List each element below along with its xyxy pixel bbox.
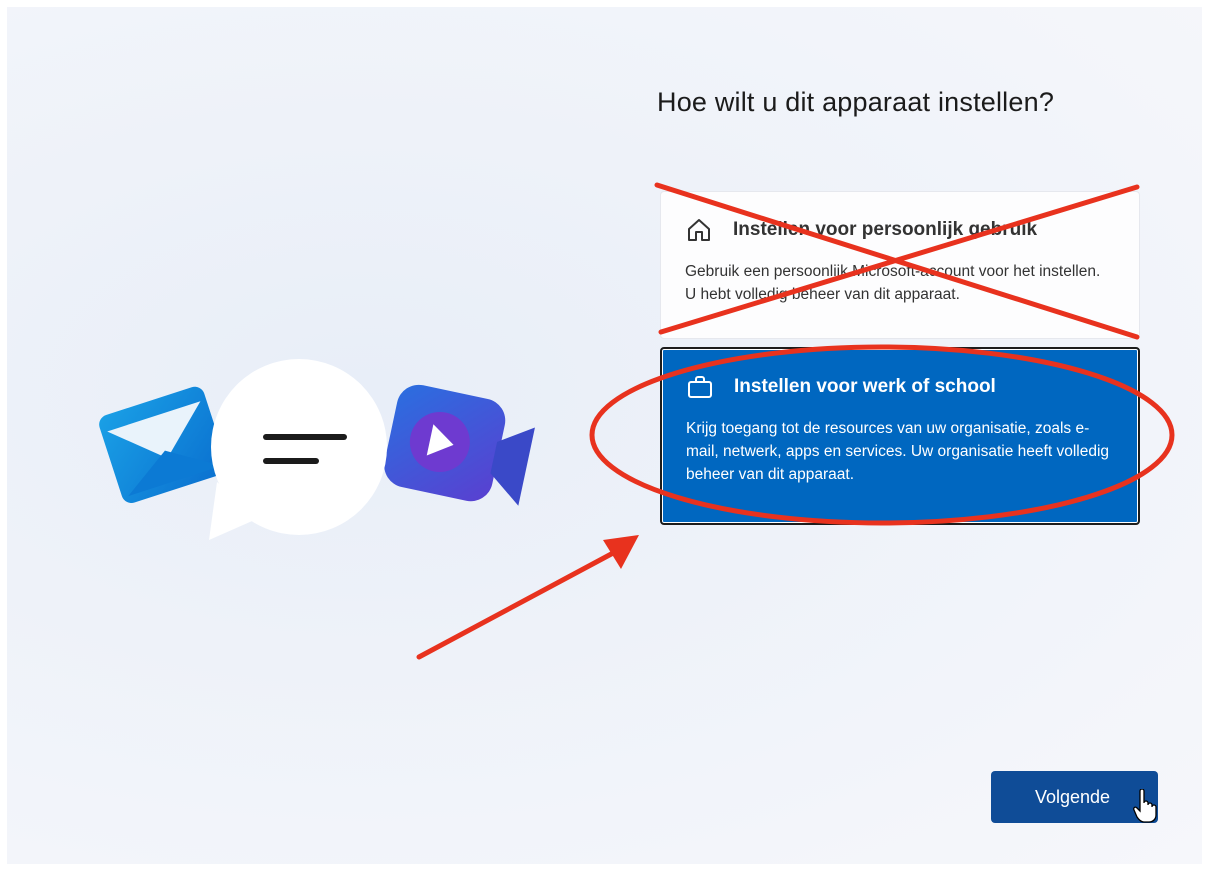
option-personal-use[interactable]: Instellen voor persoonlijk gebruik Gebru… (660, 191, 1140, 339)
option-title: Instellen voor persoonlijk gebruik (733, 219, 1038, 240)
chat-bubble-icon (209, 359, 387, 540)
oobe-window: Hoe wilt u dit apparaat instellen? Inste… (7, 7, 1202, 864)
setup-illustration (99, 359, 535, 540)
video-camera-icon (384, 384, 535, 506)
page-title: Hoe wilt u dit apparaat instellen? (657, 87, 1055, 117)
option-work-or-school[interactable]: Instellen voor werk of school Krijg toeg… (660, 347, 1140, 525)
option-title: Instellen voor werk of school (734, 376, 996, 397)
pointer-arrow (416, 535, 639, 660)
option-description: Gebruik een persoonlijk Microsoft-accoun… (685, 263, 1101, 303)
mail-icon (99, 386, 228, 504)
hand-cursor-icon (1133, 789, 1157, 823)
option-description: Krijg toegang tot de resources van uw or… (686, 420, 1110, 483)
briefcase-icon (688, 376, 712, 398)
home-icon (688, 219, 710, 241)
